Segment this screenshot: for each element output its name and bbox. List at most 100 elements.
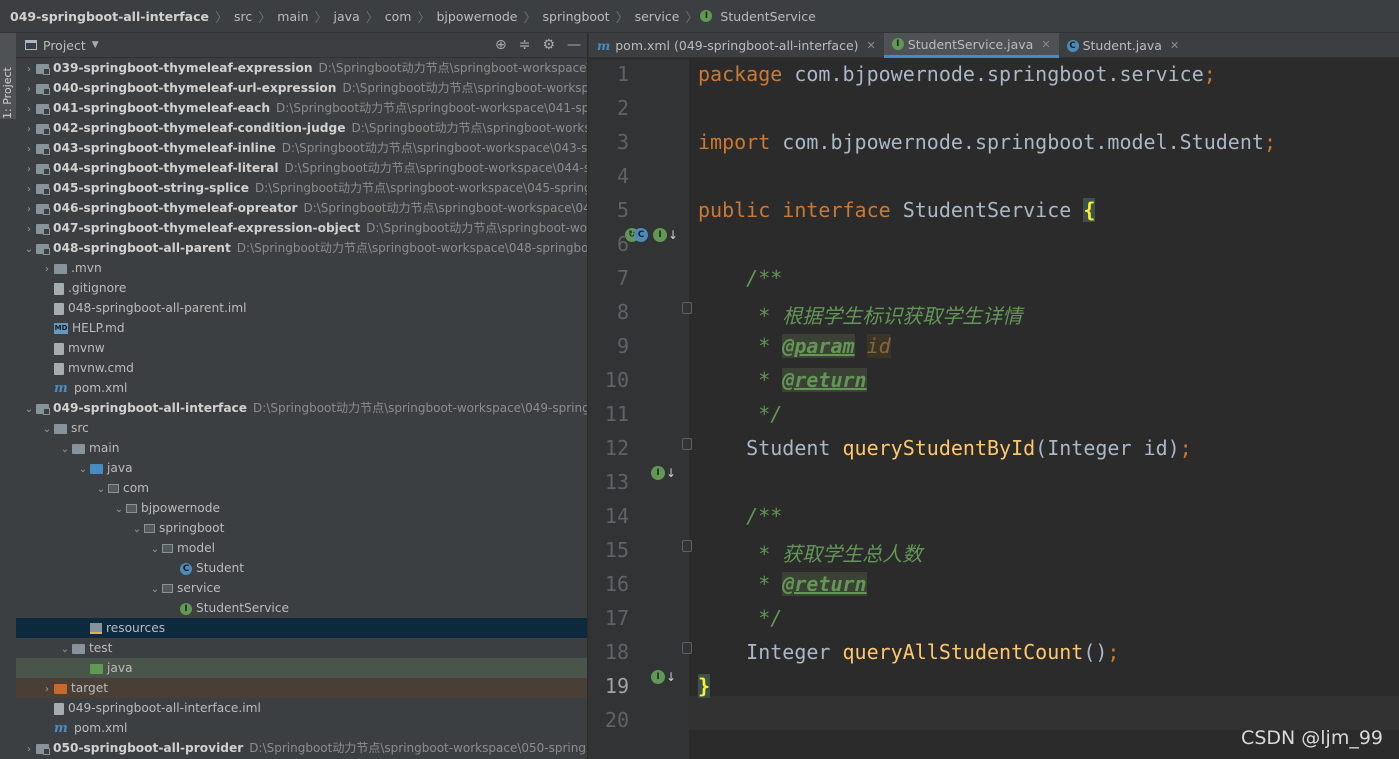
tree-item[interactable]: › 050-springboot-all-provider D:\Springboo…: [16, 738, 587, 758]
breadcrumb-item[interactable]: 049-springboot-all-interface: [6, 9, 213, 24]
tree-item[interactable]: › 042-springboot-thymeleaf-condition-judg…: [16, 118, 587, 138]
editor-tab[interactable]: I StudentService.java ✕: [883, 32, 1059, 58]
tree-item[interactable]: m pom.xml: [16, 718, 587, 738]
close-icon[interactable]: ✕: [867, 33, 876, 58]
code-area[interactable]: package com.bjpowernode.springboot.servi…: [689, 59, 1399, 759]
chevron-down-icon[interactable]: ⌄: [76, 460, 90, 480]
tree-item[interactable]: › 045-springboot-string-splice D:\Springbo…: [16, 178, 587, 198]
tree-item[interactable]: ⌄ model: [16, 538, 587, 558]
breadcrumb-item[interactable]: service: [631, 9, 684, 24]
tree-item[interactable]: ⌄ test: [16, 638, 587, 658]
tree-item[interactable]: 048-springboot-all-parent.iml: [16, 298, 587, 318]
collapse-all-icon[interactable]: ≑: [519, 37, 531, 53]
chevron-down-icon[interactable]: ⌄: [148, 580, 162, 600]
close-icon[interactable]: ✕: [1041, 32, 1050, 57]
class-icon: C: [634, 228, 648, 242]
chevron-right-icon[interactable]: ›: [22, 120, 36, 140]
code-line-8: * 根据学生标识获取学生详情: [746, 304, 1023, 328]
tree-item-label: 048-springboot-all-parent.iml: [68, 301, 247, 315]
chevron-down-icon[interactable]: ⌄: [22, 400, 36, 420]
tree-item[interactable]: mvnw.cmd: [16, 358, 587, 378]
chevron-right-icon[interactable]: ›: [22, 740, 36, 759]
tree-item[interactable]: ⌄ main: [16, 438, 587, 458]
project-tool-tab-label[interactable]: 1: Project: [1, 35, 14, 119]
tree-item[interactable]: › 044-springboot-thymeleaf-literal D:\Spri…: [16, 158, 587, 178]
chevron-down-icon[interactable]: ▼: [92, 40, 99, 50]
tree-item[interactable]: .gitignore: [16, 278, 587, 298]
chevron-right-icon[interactable]: ›: [40, 260, 54, 280]
tree-item[interactable]: resources: [16, 618, 587, 638]
tree-item[interactable]: ⌄ java: [16, 458, 587, 478]
chevron-down-icon[interactable]: ⌄: [130, 520, 144, 540]
tree-item[interactable]: ⌄ 048-springboot-all-parent D:\Springboot动…: [16, 238, 587, 258]
tree-item[interactable]: m pom.xml: [16, 378, 587, 398]
close-icon[interactable]: ✕: [1170, 33, 1179, 58]
editor-tab[interactable]: C Student.java ✕: [1059, 33, 1188, 58]
tree-item[interactable]: ⌄ src: [16, 418, 587, 438]
tree-item-label: mvnw: [68, 341, 105, 355]
chevron-down-icon[interactable]: ⌄: [94, 480, 108, 500]
implemented-method-gutter-icon[interactable]: I ↓: [651, 466, 676, 480]
project-view-selector[interactable]: Project: [43, 38, 86, 53]
tree-item[interactable]: › .mvn: [16, 258, 587, 278]
tree-item-label: bjpowernode: [141, 501, 220, 515]
arrow-down-icon: ↓: [668, 228, 679, 242]
chevron-down-icon[interactable]: ⌄: [40, 420, 54, 440]
chevron-down-icon[interactable]: ⌄: [22, 240, 36, 260]
tree-item[interactable]: › 039-springboot-thymeleaf-expression D:\S…: [16, 58, 587, 78]
chevron-right-icon[interactable]: ›: [22, 140, 36, 160]
tree-item[interactable]: ⌄ 049-springboot-all-interface D:\Springbo…: [16, 398, 587, 418]
implemented-method-gutter-icon[interactable]: I ↓: [651, 670, 676, 684]
breadcrumb-item[interactable]: java: [330, 9, 364, 24]
tree-item-path: D:\Springboot动力节点\springboot-workspace\0…: [236, 241, 587, 255]
chevron-right-icon[interactable]: ›: [22, 180, 36, 200]
module-folder-icon: [36, 103, 50, 115]
chevron-down-icon[interactable]: ⌄: [58, 640, 72, 660]
chevron-right-icon[interactable]: ›: [40, 680, 54, 700]
tree-item[interactable]: › 040-springboot-thymeleaf-url-expression…: [16, 78, 587, 98]
breadcrumb-item[interactable]: springboot: [539, 9, 614, 24]
editor-tab[interactable]: m pom.xml (049-springboot-all-interface) ✕: [589, 33, 884, 58]
breadcrumb-item[interactable]: com: [381, 9, 416, 24]
chevron-right-icon[interactable]: ›: [22, 100, 36, 120]
tree-item[interactable]: C Student: [16, 558, 587, 578]
breadcrumb-item[interactable]: main: [273, 9, 312, 24]
chevron-right-icon[interactable]: ›: [22, 200, 36, 220]
breadcrumb-item[interactable]: StudentService: [716, 9, 819, 24]
tree-item[interactable]: mvnw: [16, 338, 587, 358]
chevron-down-icon[interactable]: ⌄: [148, 540, 162, 560]
locate-icon[interactable]: ⊕: [495, 37, 507, 53]
source-folder-icon: [90, 463, 103, 474]
tree-item-label: service: [177, 581, 221, 595]
tree-item[interactable]: › target: [16, 678, 587, 698]
gear-icon[interactable]: ⚙: [542, 37, 555, 53]
tree-item[interactable]: ⌄ bjpowernode: [16, 498, 587, 518]
chevron-down-icon[interactable]: ⌄: [112, 500, 126, 520]
arrow-down-icon: ↓: [666, 466, 677, 480]
tree-item-path: D:\Springboot动力节点\springboot-workspace\0…: [253, 401, 587, 415]
tree-item[interactable]: java: [16, 658, 587, 678]
tree-item-label: pom.xml: [74, 381, 128, 395]
chevron-down-icon[interactable]: ⌄: [58, 440, 72, 460]
tree-item[interactable]: ⌄ springboot: [16, 518, 587, 538]
tree-item[interactable]: ⌄ com: [16, 478, 587, 498]
tree-item[interactable]: › 041-springboot-thymeleaf-each D:\Springb…: [16, 98, 587, 118]
tree-item[interactable]: MD HELP.md: [16, 318, 587, 338]
chevron-right-icon[interactable]: ›: [22, 60, 36, 80]
tree-item[interactable]: › 046-springboot-thymeleaf-opreator D:\Spr…: [16, 198, 587, 218]
chevron-right-icon[interactable]: ›: [22, 80, 36, 100]
tree-item[interactable]: › 043-springboot-thymeleaf-inline D:\Sprin…: [16, 138, 587, 158]
tree-item[interactable]: ⌄ service: [16, 578, 587, 598]
breadcrumb-item[interactable]: src: [230, 9, 256, 24]
code-line-17: */: [746, 606, 783, 630]
chevron-right-icon[interactable]: ›: [22, 220, 36, 240]
tree-item[interactable]: I StudentService: [16, 598, 587, 618]
breadcrumb-item[interactable]: bjpowernode: [432, 9, 521, 24]
implemented-gutter-icon[interactable]: ↻ C I ↓: [625, 228, 678, 242]
chevron-right-icon[interactable]: ›: [22, 160, 36, 180]
tree-item[interactable]: 049-springboot-all-interface.iml: [16, 698, 587, 718]
module-folder-icon: [36, 83, 50, 95]
tree-item[interactable]: › 047-springboot-thymeleaf-expression-obj…: [16, 218, 587, 238]
minimize-icon[interactable]: —: [567, 37, 581, 53]
line-number: 11: [604, 402, 629, 426]
